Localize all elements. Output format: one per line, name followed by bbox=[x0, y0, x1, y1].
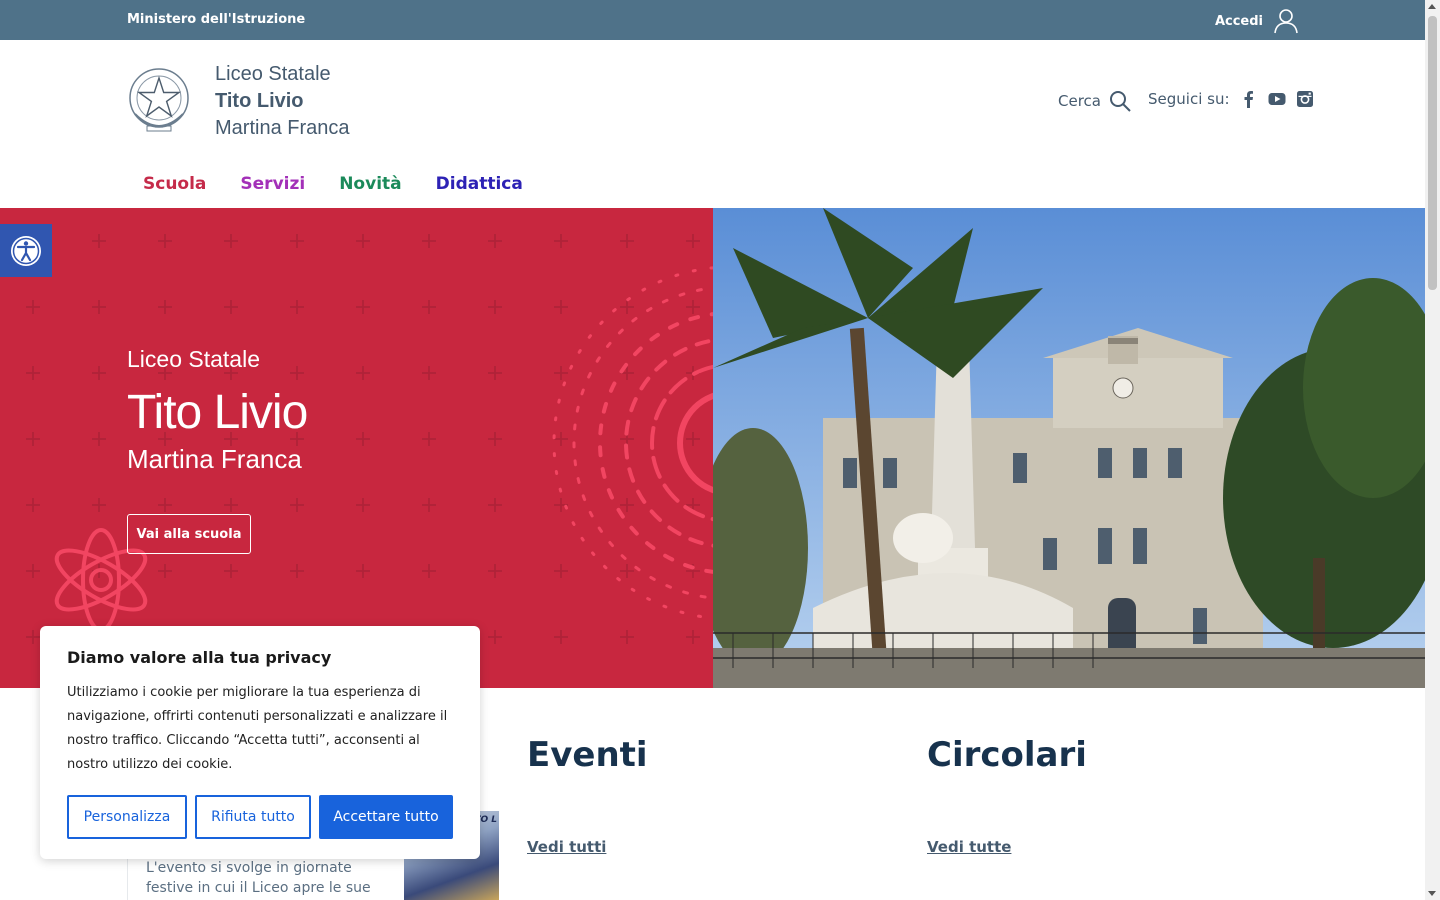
hero-line3: Martina Franca bbox=[127, 444, 302, 474]
search-icon bbox=[1109, 91, 1131, 112]
site-header: Liceo Statale Tito Livio Martina Franca … bbox=[0, 40, 1425, 208]
social-links: Seguici su: bbox=[1148, 90, 1314, 108]
main-nav: Scuola Servizi Novità Didattica bbox=[143, 174, 523, 194]
user-icon bbox=[1274, 9, 1298, 34]
cookie-text: Utilizziamo i cookie per migliorare la t… bbox=[67, 685, 448, 772]
hero-panel: Liceo Statale Tito Livio Martina Franca … bbox=[0, 208, 713, 688]
accessibility-icon bbox=[11, 235, 41, 266]
ministry-link[interactable]: Ministero dell'Istruzione bbox=[127, 12, 305, 27]
nav-item-servizi[interactable]: Servizi bbox=[240, 174, 305, 194]
hero-line2: Tito Livio bbox=[127, 386, 308, 439]
scroll-down-icon[interactable] bbox=[1428, 891, 1436, 896]
school-name-line2: Tito Livio bbox=[215, 90, 304, 112]
cookie-buttons: Personalizza Rifiuta tutto Accettare tut… bbox=[67, 795, 453, 839]
accessibility-button[interactable] bbox=[0, 224, 52, 277]
school-name-line3: Martina Franca bbox=[215, 117, 350, 139]
school-name[interactable]: Liceo Statale Tito Livio Martina Franca bbox=[215, 61, 350, 142]
youtube-icon[interactable] bbox=[1268, 90, 1286, 108]
news-card-text: L'evento si svolge in giornate festive i… bbox=[146, 860, 371, 896]
go-to-school-button[interactable]: Vai alla scuola bbox=[127, 514, 251, 554]
hero-heading: Liceo Statale Tito Livio Martina Franca bbox=[127, 346, 308, 475]
cookie-accept-button[interactable]: Accettare tutto bbox=[319, 795, 453, 839]
hero-line1: Liceo Statale bbox=[127, 346, 260, 372]
school-name-line1: Liceo Statale bbox=[215, 63, 331, 85]
facebook-icon[interactable] bbox=[1240, 90, 1258, 108]
scroll-thumb[interactable] bbox=[1428, 16, 1437, 290]
search-label: Cerca bbox=[1058, 92, 1101, 110]
cookie-banner: Diamo valore alla tua privacy Utilizziam… bbox=[40, 626, 480, 859]
cookie-title: Diamo valore alla tua privacy bbox=[67, 648, 332, 667]
events-see-all-link[interactable]: Vedi tutti bbox=[527, 838, 606, 856]
instagram-icon[interactable] bbox=[1296, 90, 1314, 108]
circolari-see-all-link[interactable]: Vedi tutte bbox=[927, 838, 1011, 856]
nav-item-scuola[interactable]: Scuola bbox=[143, 174, 206, 194]
login-label: Accedi bbox=[1214, 13, 1263, 29]
circolari-title: Circolari bbox=[927, 735, 1087, 775]
page-scrollbar[interactable] bbox=[1425, 0, 1440, 900]
cookie-reject-button[interactable]: Rifiuta tutto bbox=[195, 795, 311, 839]
top-bar: Ministero dell'Istruzione Accedi bbox=[0, 0, 1425, 40]
school-photo bbox=[713, 208, 1425, 688]
events-title: Eventi bbox=[527, 735, 648, 775]
scroll-up-icon[interactable] bbox=[1428, 4, 1436, 9]
search-button[interactable]: Cerca bbox=[1058, 90, 1131, 112]
hero-pattern bbox=[0, 208, 713, 688]
nav-item-novita[interactable]: Novità bbox=[339, 174, 401, 194]
follow-label: Seguici su: bbox=[1148, 90, 1230, 108]
cookie-customize-button[interactable]: Personalizza bbox=[67, 795, 187, 839]
nav-item-didattica[interactable]: Didattica bbox=[436, 174, 523, 194]
republic-emblem-icon[interactable] bbox=[127, 64, 191, 136]
login-button[interactable]: Accedi bbox=[1215, 8, 1299, 34]
